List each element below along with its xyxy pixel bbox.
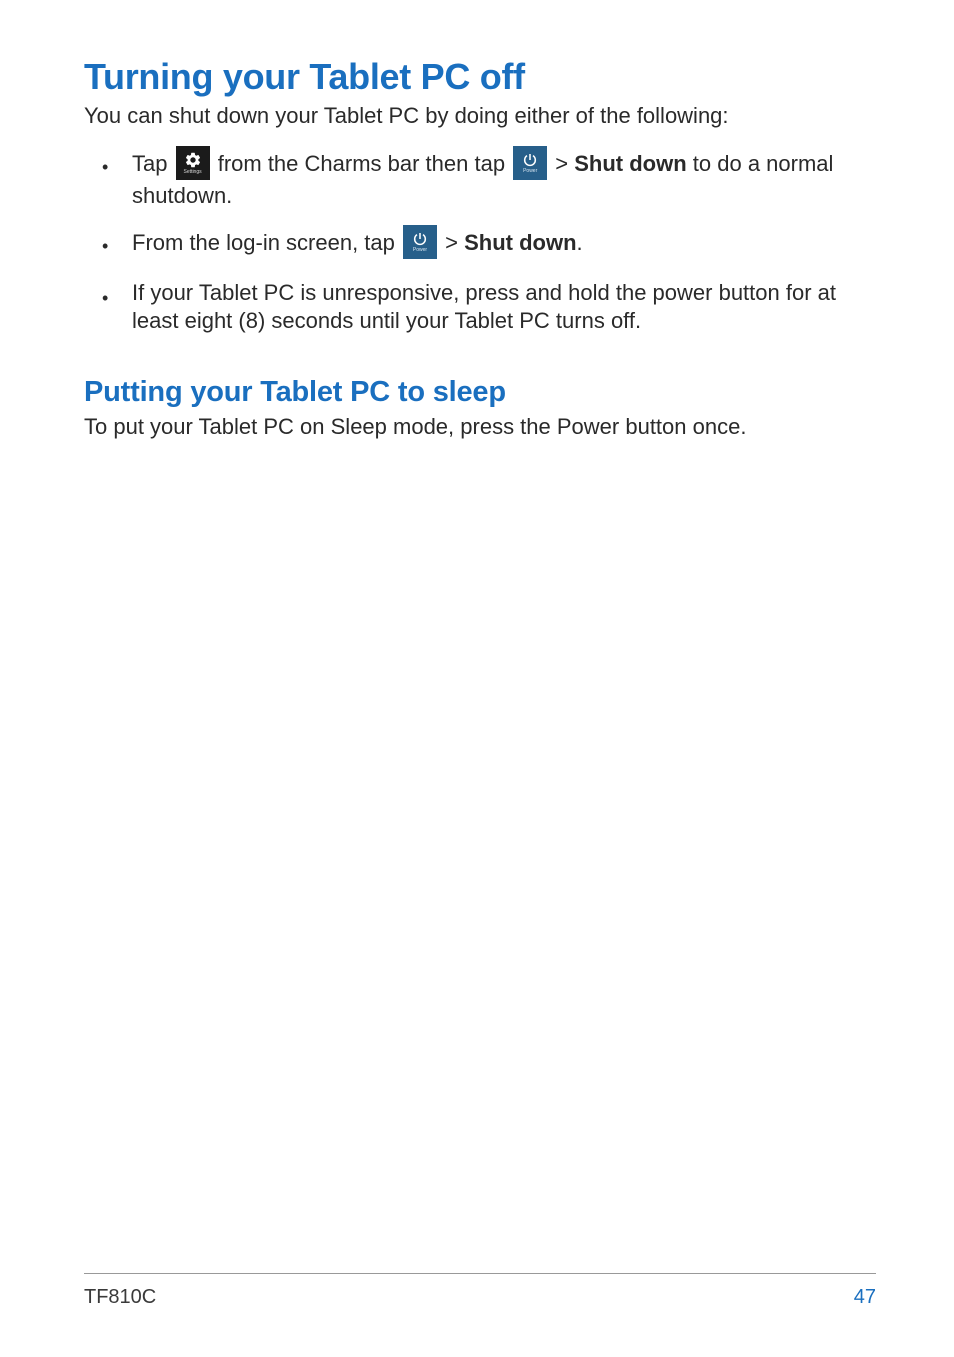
footer-page-number: 47 bbox=[854, 1286, 876, 1309]
text-fragment: > bbox=[439, 230, 464, 255]
text-fragment: . bbox=[577, 230, 583, 255]
list-item: If your Tablet PC is unresponsive, press… bbox=[84, 279, 876, 334]
footer-divider bbox=[84, 1273, 876, 1274]
bold-label: Shut down bbox=[464, 230, 576, 255]
list-item: Tap Settings from the Charms bar then ta… bbox=[84, 148, 876, 210]
list-item: From the log-in screen, tap Power > Shut… bbox=[84, 227, 876, 261]
text-fragment: > bbox=[549, 150, 574, 175]
settings-icon: Settings bbox=[176, 146, 210, 180]
footer-model: TF810C bbox=[84, 1286, 156, 1309]
power-icon: Power bbox=[513, 146, 547, 180]
power-icon-caption: Power bbox=[413, 248, 427, 253]
body-paragraph: To put your Tablet PC on Sleep mode, pre… bbox=[84, 413, 876, 441]
section-heading: Putting your Tablet PC to sleep bbox=[84, 376, 876, 409]
text-fragment: from the Charms bar then tap bbox=[212, 150, 512, 175]
page-title: Turning your Tablet PC off bbox=[84, 56, 876, 98]
instruction-list: Tap Settings from the Charms bar then ta… bbox=[84, 148, 876, 335]
text-fragment: From the log-in screen, tap bbox=[132, 230, 401, 255]
power-icon-caption: Power bbox=[523, 169, 537, 174]
bold-label: Shut down bbox=[574, 150, 686, 175]
power-icon: Power bbox=[403, 225, 437, 259]
settings-icon-caption: Settings bbox=[184, 170, 202, 175]
page-footer: TF810C 47 bbox=[84, 1273, 876, 1309]
intro-paragraph: You can shut down your Tablet PC by doin… bbox=[84, 102, 876, 130]
text-fragment: Tap bbox=[132, 150, 174, 175]
